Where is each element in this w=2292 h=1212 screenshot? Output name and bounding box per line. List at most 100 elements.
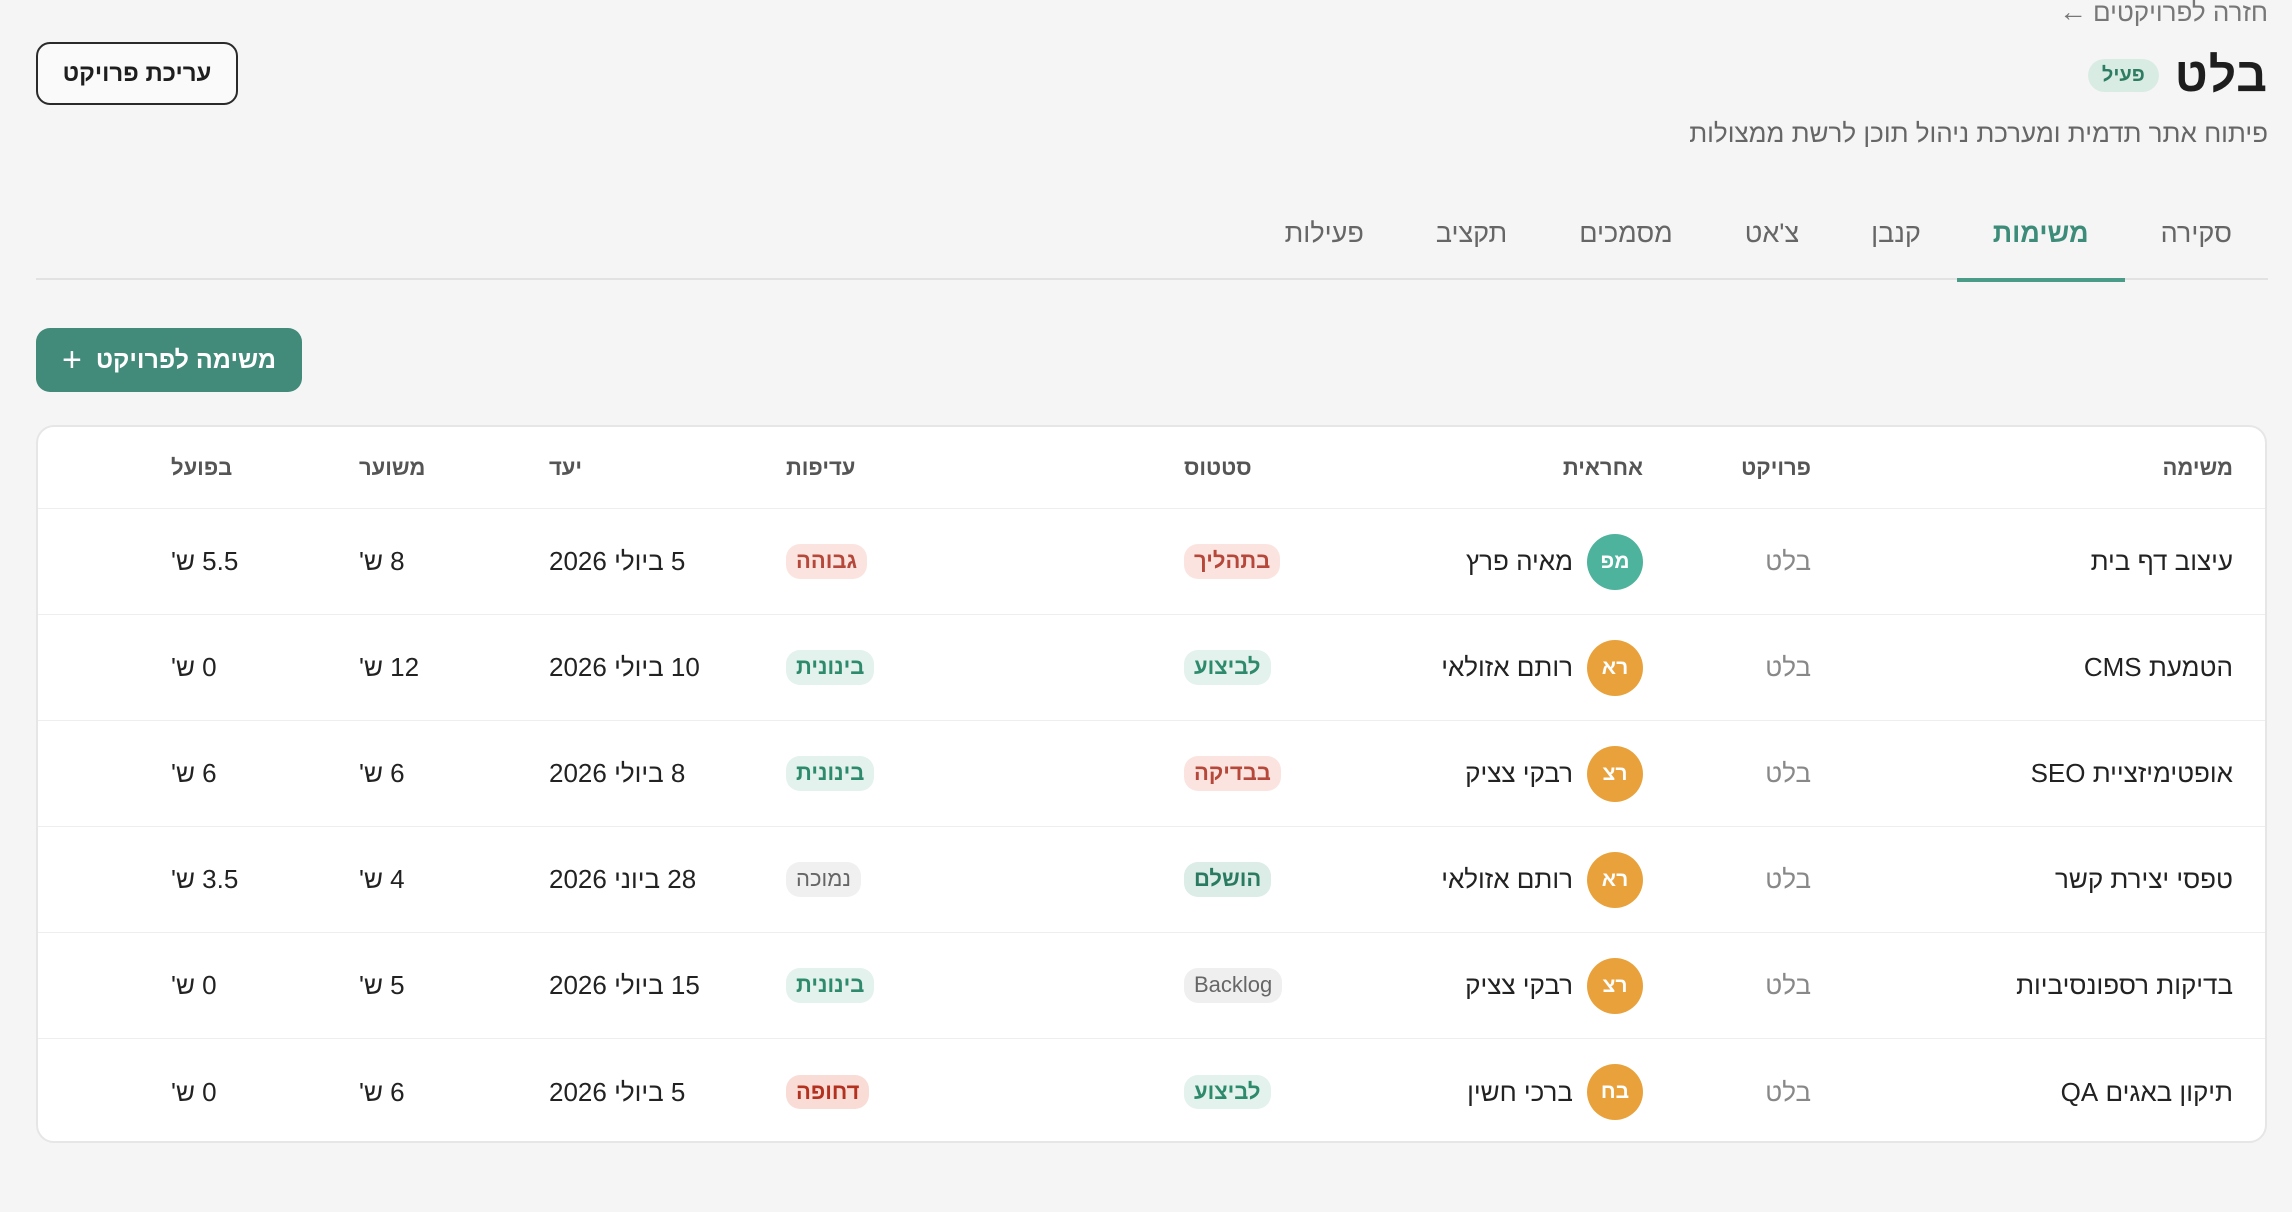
task-owner: בח ברכי חשין (1438, 1064, 1643, 1120)
table-row[interactable]: הטמעת CMS בלט רא רותם אזולאי לביצוע בינונית 10… (38, 615, 2265, 721)
column-header-estimate[interactable]: משוער (359, 455, 549, 481)
task-project: בלט (1765, 758, 1811, 788)
task-due-date: 8 ביולי 2026 (549, 758, 686, 788)
priority-badge[interactable]: בינונית (786, 650, 875, 685)
status-badge[interactable]: בבדיקה (1184, 756, 1281, 791)
task-due-date: 10 ביולי 2026 (549, 652, 700, 682)
tab-chat[interactable]: צ'אט (1709, 204, 1835, 280)
task-owner: רצ רבקי צציק (1438, 957, 1643, 1014)
tab-overview[interactable]: סקירה (2125, 204, 2268, 280)
add-task-button[interactable]: משימה לפרויקט + (36, 328, 302, 392)
status-badge[interactable]: הושלם (1184, 862, 1272, 897)
owner-name: מאיה פרץ (1466, 546, 1573, 576)
column-header-task[interactable]: משימה (1811, 455, 2265, 481)
task-due-date: 15 ביולי 2026 (549, 970, 700, 1000)
avatar: בח (1587, 1064, 1643, 1120)
task-priority: נמוכה (786, 862, 1036, 897)
priority-badge[interactable]: בינונית (786, 756, 875, 791)
task-project: בלט (1765, 652, 1811, 682)
task-owner: רצ רבקי צציק (1438, 745, 1643, 802)
task-name[interactable]: הטמעת CMS (1811, 652, 2265, 683)
table-row[interactable]: טפסי יצירת קשר בלט רא רותם אזולאי הושלם נמוכה… (38, 827, 2265, 933)
project-header: בלט פעיל (2087, 48, 2268, 103)
task-actual: 6 ש' (171, 758, 217, 788)
task-name[interactable]: טפסי יצירת קשר (1811, 864, 2265, 895)
avatar: רצ (1587, 745, 1643, 802)
task-name[interactable]: תיקון באגים QA (1811, 1077, 2265, 1108)
edit-project-button[interactable]: עריכת פרויקט (36, 42, 238, 105)
project-status-badge: פעיל (2087, 59, 2159, 92)
avatar: רא (1587, 639, 1643, 696)
avatar: רצ (1587, 957, 1643, 1014)
owner-name: ברכי חשין (1467, 1076, 1573, 1107)
task-priority: בינונית (786, 650, 1036, 685)
task-actual: 0 ש' (171, 970, 217, 1000)
task-actual: 0 ש' (171, 652, 217, 682)
task-estimate: 12 ש' (359, 652, 420, 682)
add-task-label[interactable]: משימה לפרויקט (96, 346, 276, 375)
tab-documents[interactable]: מסמכים (1543, 204, 1709, 280)
task-estimate: 4 ש' (359, 864, 405, 894)
task-priority: גבוהה (786, 544, 1036, 579)
task-due-date: 5 ביולי 2026 (549, 546, 686, 576)
back-link-label[interactable]: חזרה לפרויקטים (2093, 0, 2268, 28)
column-header-status[interactable]: סטטוס (1036, 455, 1438, 481)
status-badge[interactable]: לביצוע (1184, 650, 1271, 685)
table-row[interactable]: תיקון באגים QA בלט בח ברכי חשין לביצוע דחופה 5… (38, 1039, 2265, 1141)
tab-kanban[interactable]: קנבן (1835, 204, 1957, 280)
priority-badge[interactable]: גבוהה (786, 544, 867, 579)
table-row[interactable]: אופטימיזציית SEO בלט רצ רבקי צציק בבדיקה בינו… (38, 721, 2265, 827)
column-header-project[interactable]: פרויקט (1643, 455, 1811, 481)
task-status: לביצוע (1036, 1074, 1438, 1110)
status-badge[interactable]: בתהליך (1184, 544, 1281, 579)
task-name[interactable]: בדיקות רספונסיביות (1811, 970, 2265, 1001)
owner-name: רותם אזולאי (1441, 652, 1573, 682)
priority-badge[interactable]: נמוכה (786, 862, 861, 897)
column-header-priority[interactable]: עדיפות (786, 455, 1036, 481)
task-owner: רא רותם אזולאי (1438, 851, 1643, 908)
task-status: Backlog (1036, 968, 1438, 1003)
status-badge[interactable]: Backlog (1184, 968, 1283, 1003)
task-actual: 3.5 ש' (171, 864, 239, 894)
task-name[interactable]: אופטימיזציית SEO (1811, 758, 2265, 789)
task-due-date: 28 ביוני 2026 (549, 864, 697, 894)
column-header-owner[interactable]: אחראית (1438, 455, 1643, 481)
task-estimate: 6 ש' (359, 758, 405, 788)
project-description: פיתוח אתר תדמית ומערכת ניהול תוכן לרשת מ… (1689, 118, 2268, 148)
tab-activity[interactable]: פעילות (1249, 204, 1400, 280)
column-header-actual[interactable]: בפועל (171, 455, 359, 481)
priority-badge[interactable]: דחופה (786, 1074, 870, 1110)
task-project: בלט (1765, 864, 1811, 894)
owner-name: רותם אזולאי (1441, 864, 1573, 894)
due-header-label: יעד (549, 454, 583, 480)
estimate-header-label: משוער (359, 454, 426, 480)
avatar: מפ (1587, 533, 1643, 590)
task-estimate: 5 ש' (359, 970, 405, 1000)
column-header-due[interactable]: יעד (549, 455, 786, 481)
plus-icon[interactable]: + (62, 343, 82, 377)
table-header: משימה פרויקט אחראית סטטוס עדיפות יעד משו… (38, 427, 2265, 509)
table-row[interactable]: בדיקות רספונסיביות בלט רצ רבקי צציק Backlog ב… (38, 933, 2265, 1039)
back-to-projects-link[interactable]: חזרה לפרויקטים ← (2059, 0, 2268, 28)
task-actual: 5.5 ש' (171, 546, 239, 576)
task-status: בתהליך (1036, 544, 1438, 579)
tasks-table: משימה פרויקט אחראית סטטוס עדיפות יעד משו… (36, 425, 2267, 1143)
tab-budget[interactable]: תקציב (1400, 204, 1543, 280)
owner-name: רבקי צציק (1465, 758, 1573, 788)
task-priority: בינונית (786, 756, 1036, 791)
task-priority: בינונית (786, 968, 1036, 1003)
task-status: הושלם (1036, 862, 1438, 897)
task-owner: מפ מאיה פרץ (1438, 533, 1643, 590)
task-project: בלט (1765, 970, 1811, 1000)
status-badge[interactable]: לביצוע (1184, 1074, 1271, 1110)
task-name[interactable]: עיצוב דף בית (1811, 546, 2265, 577)
project-page: חזרה לפרויקטים ← בלט פעיל פיתוח אתר תדמי… (0, 0, 2292, 1212)
task-project: בלט (1765, 1076, 1811, 1107)
arrow-left-icon[interactable]: ← (2059, 0, 2087, 28)
project-tabs: סקירה משימות קנבן צ'אט מסמכים תקציב פעיל… (36, 204, 2268, 282)
task-owner: רא רותם אזולאי (1438, 639, 1643, 696)
priority-badge[interactable]: בינונית (786, 968, 875, 1003)
task-due-date: 5 ביולי 2026 (549, 1076, 686, 1107)
tab-tasks[interactable]: משימות (1956, 204, 2125, 282)
table-row[interactable]: עיצוב דף בית בלט מפ מאיה פרץ בתהליך גבוהה 5 בי… (38, 509, 2265, 615)
